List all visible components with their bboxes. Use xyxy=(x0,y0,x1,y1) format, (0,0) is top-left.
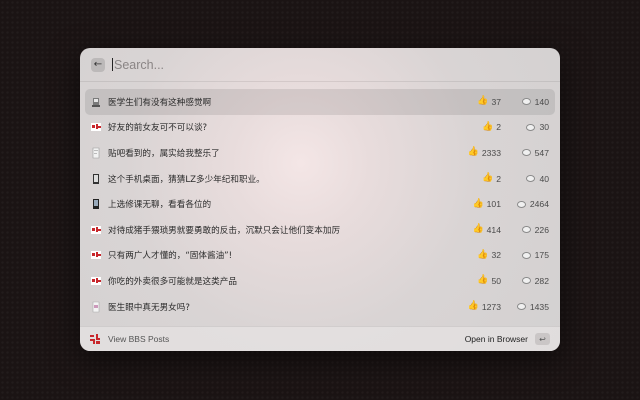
like-count-value: 1273 xyxy=(481,301,501,312)
thumbs-up-icon: 👍 xyxy=(472,224,484,235)
post-list: 医学生们有没有这种感觉啊 👍 37 140 好友的前女友可不可以谈? 👍 2 30 贴吧看到的，… xyxy=(80,82,560,319)
search-bar: ← xyxy=(80,48,560,82)
thumbs-up-icon: 👍 xyxy=(477,275,489,286)
comment-bubble-icon xyxy=(526,123,536,131)
enter-key-icon[interactable]: ↩ xyxy=(535,333,550,345)
post-title: 医生眼中真无男女吗? xyxy=(108,302,190,313)
like-count-value: 37 xyxy=(491,96,501,107)
thumbs-up-icon: 👍 xyxy=(482,173,494,184)
comment-count: 282 xyxy=(509,276,549,286)
post-row[interactable]: 你吃的外卖很多可能就是这类产品 👍 50 282 xyxy=(85,268,555,294)
like-count-value: 2 xyxy=(496,173,501,184)
like-count: 👍 32 xyxy=(477,250,501,260)
comment-count-value: 175 xyxy=(534,250,549,261)
comment-count: 140 xyxy=(509,97,549,107)
post-title: 这个手机桌面，猜猜LZ多少年纪和职业。 xyxy=(108,174,265,185)
comment-count: 40 xyxy=(509,174,549,184)
comment-count: 547 xyxy=(509,148,549,158)
post-row[interactable]: 上选修课无聊，看看各位的 👍 101 2464 xyxy=(85,191,555,217)
search-input[interactable] xyxy=(114,57,514,72)
comment-bubble-icon xyxy=(521,98,531,106)
post-row[interactable]: 贴吧看到的，属实给我整乐了 👍 2333 547 xyxy=(85,140,555,166)
like-count-value: 2333 xyxy=(481,147,501,158)
thumbs-up-icon: 👍 xyxy=(477,96,489,107)
post-title: 好友的前女友可不可以谈? xyxy=(108,123,208,134)
like-count-value: 101 xyxy=(486,199,501,210)
like-count: 👍 50 xyxy=(477,276,501,286)
post-thumbnail-icon xyxy=(90,198,102,210)
comment-count: 2464 xyxy=(509,199,549,209)
comment-bubble-icon xyxy=(516,200,526,208)
post-row[interactable]: 这个手机桌面，猜猜LZ多少年纪和职业。 👍 2 40 xyxy=(85,166,555,192)
comment-bubble-icon xyxy=(521,149,531,157)
like-count: 👍 101 xyxy=(472,199,501,209)
post-title: 只有两广人才懂的，“固体酱油”! xyxy=(108,251,233,262)
comment-count-value: 226 xyxy=(534,224,549,235)
text-caret xyxy=(112,58,113,71)
post-row[interactable]: 对待成猪手猥琐男就要勇敢的反击，沉默只会让他们变本加厉 👍 414 226 xyxy=(85,217,555,243)
post-thumbnail-icon xyxy=(90,173,102,185)
thumbs-up-icon: 👍 xyxy=(472,198,484,209)
like-count: 👍 2 xyxy=(482,122,501,132)
post-row[interactable]: 医生眼中真无男女吗? 👍 1273 1435 xyxy=(85,294,555,320)
thumbs-up-icon: 👍 xyxy=(467,301,479,312)
comment-count-value: 30 xyxy=(539,122,549,133)
comment-count-value: 282 xyxy=(534,275,549,286)
post-title: 对待成猪手猥琐男就要勇敢的反击，沉默只会让他们变本加厉 xyxy=(108,225,341,236)
post-title: 上选修课无聊，看看各位的 xyxy=(108,200,212,211)
comment-count: 1435 xyxy=(509,302,549,312)
post-title: 贴吧看到的，属实给我整乐了 xyxy=(108,148,220,159)
post-row[interactable]: 医学生们有没有这种感觉啊 👍 37 140 xyxy=(85,89,555,115)
post-title: 你吃的外卖很多可能就是这类产品 xyxy=(108,276,237,287)
comment-count-value: 140 xyxy=(534,96,549,107)
comment-count-value: 2464 xyxy=(529,199,549,210)
open-in-browser-button[interactable]: Open in Browser xyxy=(465,334,528,344)
post-row[interactable]: 只有两广人才懂的，“固体酱油”! 👍 32 175 xyxy=(85,243,555,269)
thumbs-up-icon: 👍 xyxy=(482,121,494,132)
like-count-value: 414 xyxy=(486,224,501,235)
like-count: 👍 414 xyxy=(472,225,501,235)
like-count-value: 32 xyxy=(491,250,501,261)
footer-label: View BBS Posts xyxy=(108,334,170,344)
bbs-logo-icon xyxy=(90,334,100,344)
comment-bubble-icon xyxy=(521,226,531,234)
comment-count-value: 1435 xyxy=(529,301,549,312)
thumbs-up-icon: 👍 xyxy=(467,147,479,158)
like-count: 👍 2 xyxy=(482,174,501,184)
post-thumbnail-icon xyxy=(90,249,102,261)
thumbs-up-icon: 👍 xyxy=(477,249,489,260)
like-count: 👍 1273 xyxy=(468,302,501,312)
like-count: 👍 2333 xyxy=(468,148,501,158)
post-thumbnail-icon xyxy=(90,275,102,287)
post-thumbnail-icon xyxy=(90,224,102,236)
comment-count: 175 xyxy=(509,250,549,260)
post-thumbnail-icon xyxy=(90,121,102,133)
like-count-value: 50 xyxy=(491,275,501,286)
arrow-left-icon[interactable]: ← xyxy=(91,57,105,72)
comment-count: 30 xyxy=(509,122,549,132)
like-count: 👍 37 xyxy=(477,97,501,107)
comment-bubble-icon xyxy=(521,251,531,259)
comment-count-value: 547 xyxy=(534,147,549,158)
comment-count: 226 xyxy=(509,225,549,235)
launcher-window: ← 医学生们有没有这种感觉啊👍37140好友的前女友可不可以谈?👍230贴吧看到… xyxy=(80,48,560,351)
like-count-value: 2 xyxy=(496,122,501,133)
post-thumbnail-icon xyxy=(90,301,102,313)
comment-count-value: 40 xyxy=(539,173,549,184)
post-thumbnail-icon xyxy=(90,147,102,159)
footer-bar: View BBS Posts Open in Browser ↩ xyxy=(80,326,560,351)
post-row[interactable]: 好友的前女友可不可以谈? 👍 2 30 xyxy=(85,115,555,141)
post-title: 医学生们有没有这种感觉啊 xyxy=(108,97,212,108)
comment-bubble-icon xyxy=(521,277,531,285)
post-thumbnail-icon xyxy=(90,96,102,108)
comment-bubble-icon xyxy=(516,303,526,311)
comment-bubble-icon xyxy=(526,175,536,183)
